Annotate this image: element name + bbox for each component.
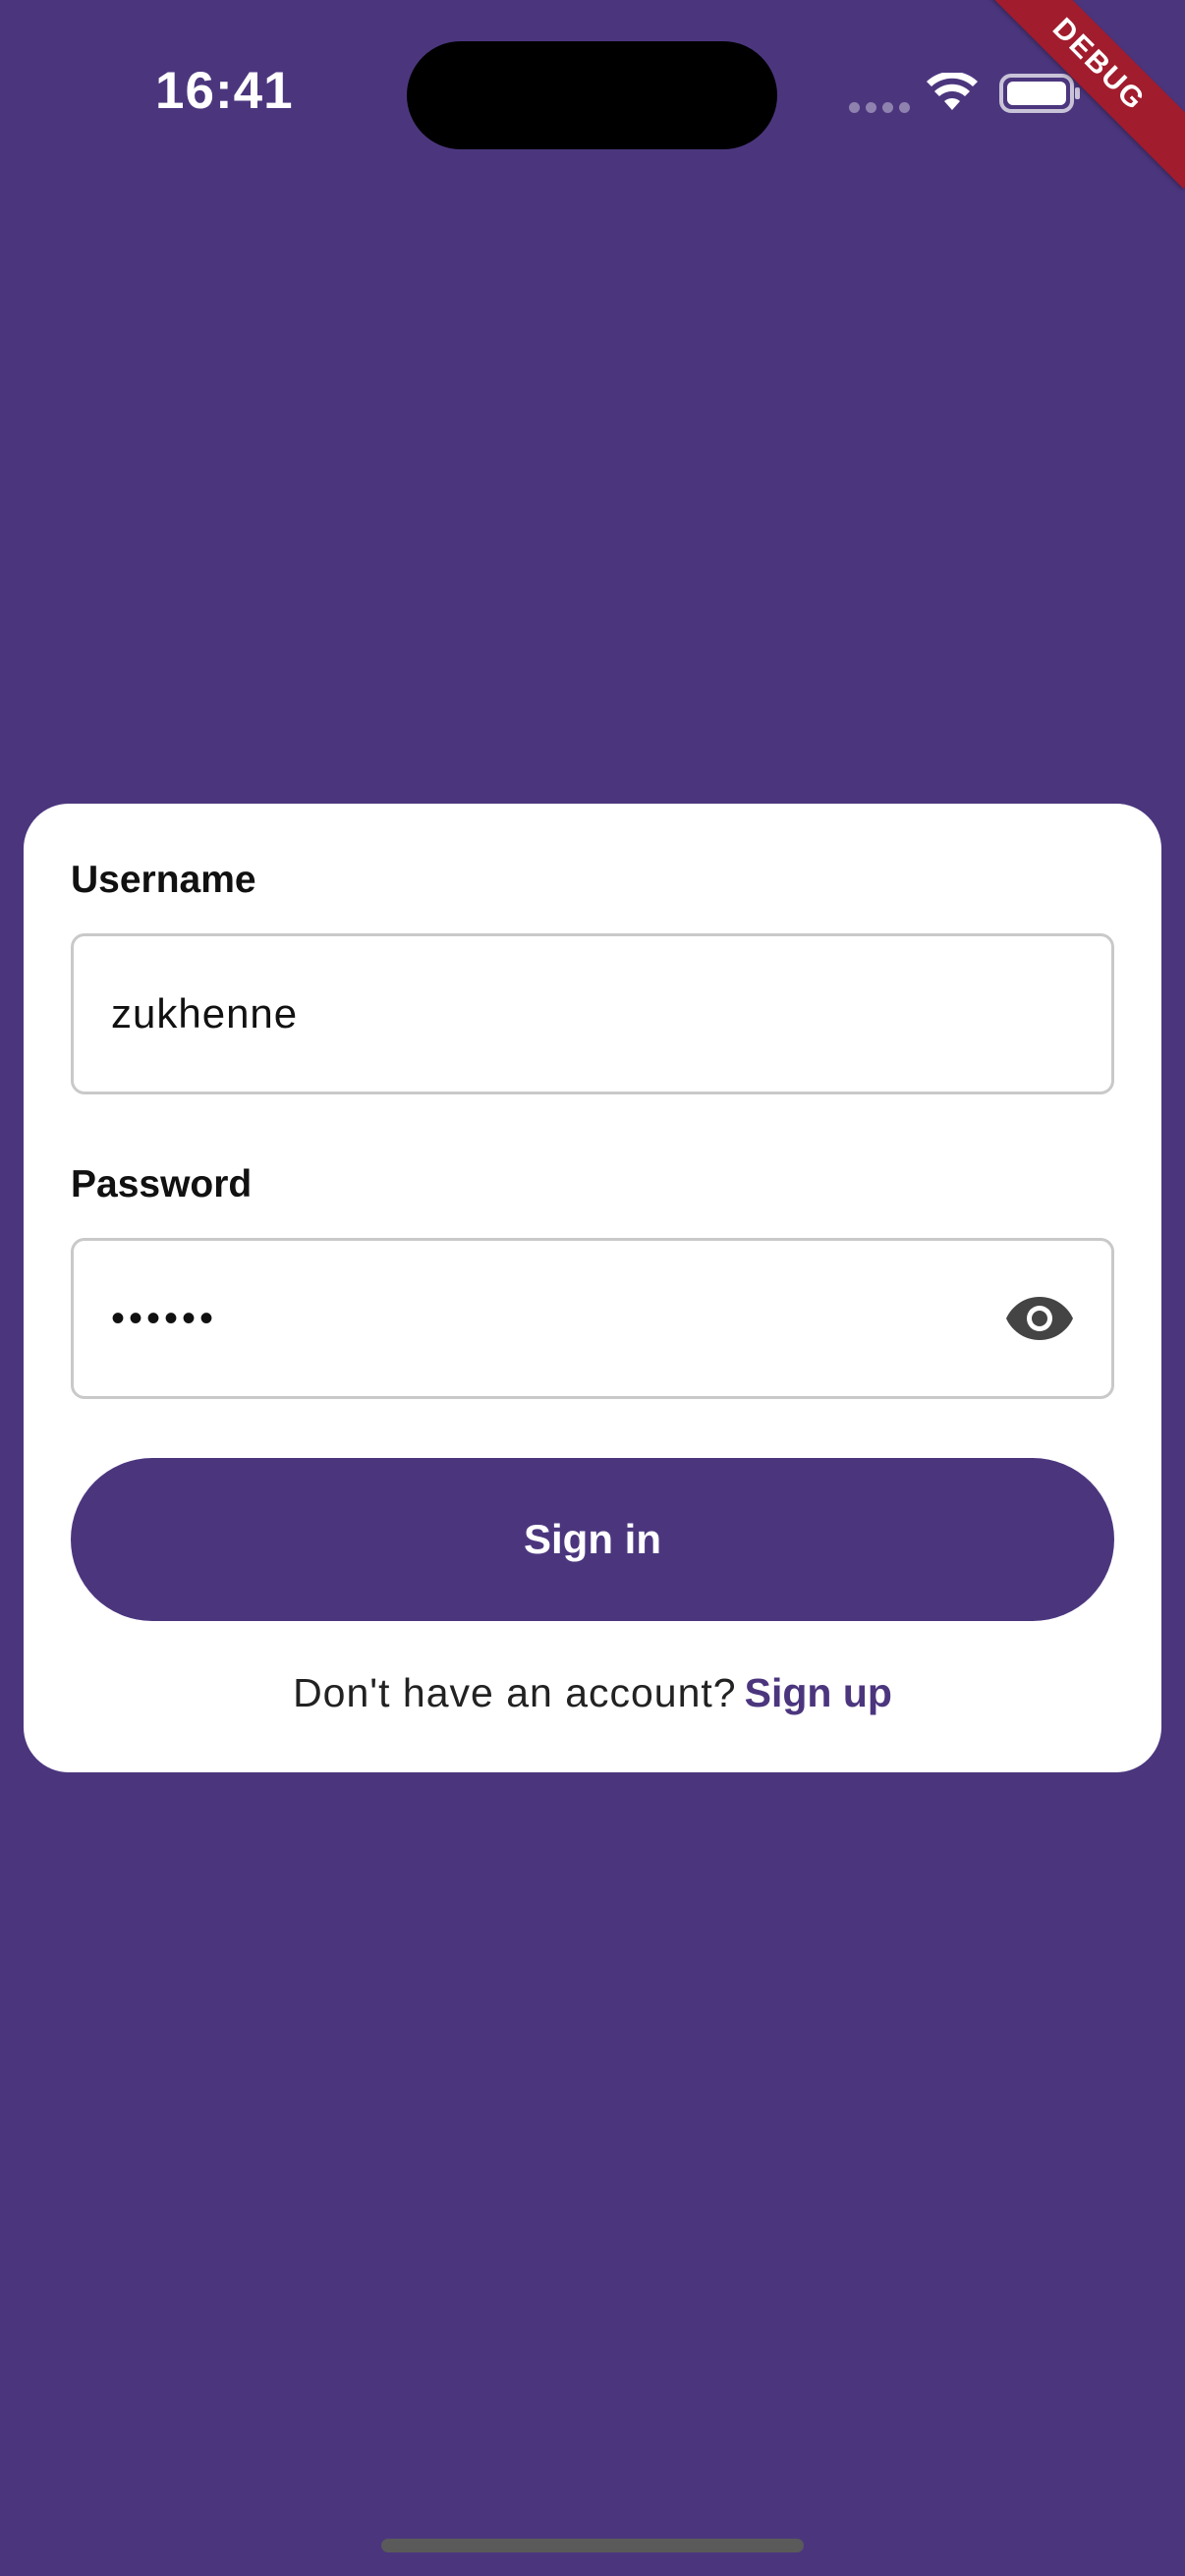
sign-up-link[interactable]: Sign up	[745, 1670, 892, 1716]
username-label: Username	[71, 859, 256, 901]
eye-icon[interactable]	[1005, 1295, 1074, 1342]
signup-prompt: Don't have an account?	[293, 1670, 737, 1715]
sign-in-button[interactable]: Sign in	[71, 1458, 1114, 1621]
status-time: 16:41	[155, 62, 294, 120]
password-field[interactable]: ••••••	[71, 1238, 1114, 1399]
password-value: ••••••	[111, 1296, 218, 1340]
dynamic-island	[407, 41, 777, 149]
username-field[interactable]: zukhenne	[71, 933, 1114, 1094]
username-value: zukhenne	[111, 990, 299, 1036]
login-card: Username zukhenne Password •••••• Sign i…	[24, 804, 1161, 1772]
battery-icon	[999, 74, 1080, 113]
cellular-signal-icon	[849, 102, 910, 113]
password-label: Password	[71, 1163, 253, 1205]
signup-row: Don't have an account? Sign up	[24, 1670, 1161, 1716]
home-indicator[interactable]	[381, 2539, 804, 2552]
wifi-icon	[927, 73, 978, 110]
